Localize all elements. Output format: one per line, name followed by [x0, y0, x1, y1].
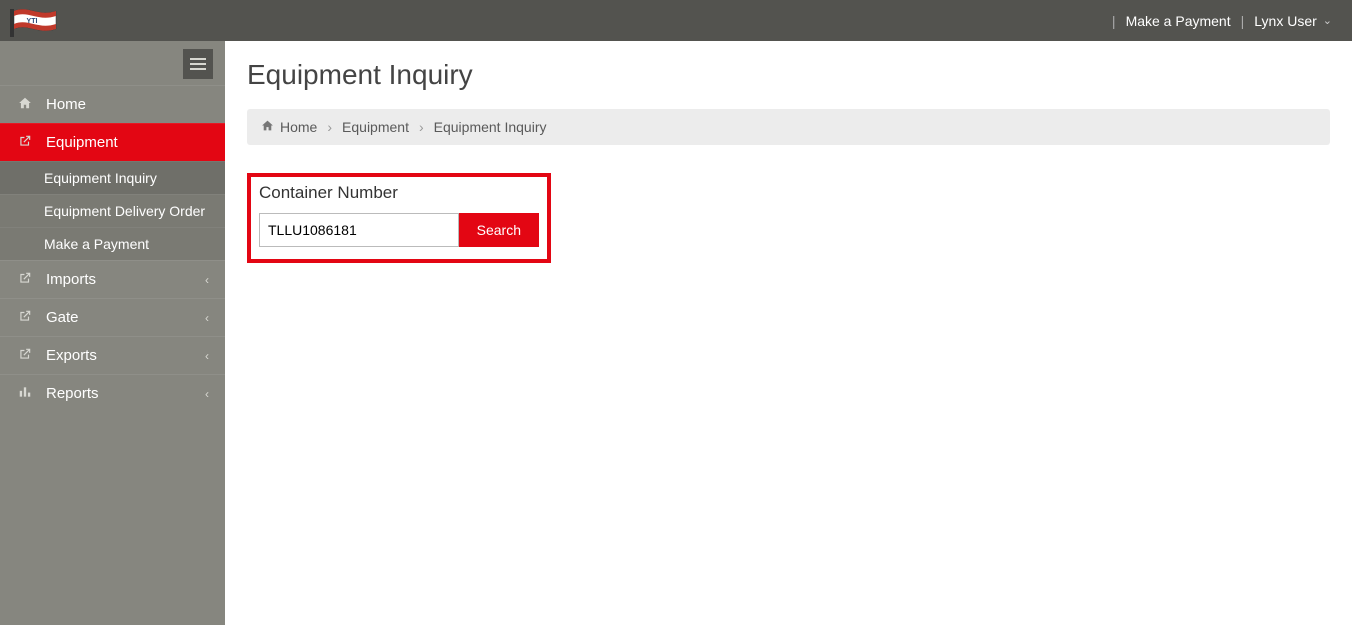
make-a-payment-link[interactable]: Make a Payment [1126, 13, 1231, 29]
sidebar-item-gate[interactable]: Gate ‹ [0, 298, 225, 336]
container-search-panel: Container Number Search [247, 173, 551, 263]
sidebar-item-label: Home [46, 96, 209, 113]
sidebar-item-home[interactable]: Home [0, 85, 225, 123]
home-icon [261, 119, 274, 135]
chevron-left-icon: ‹ [205, 387, 209, 401]
breadcrumb: Home › Equipment › Equipment Inquiry [247, 109, 1330, 145]
breadcrumb-equipment[interactable]: Equipment [342, 119, 409, 135]
external-link-icon [16, 309, 34, 326]
home-icon [16, 96, 34, 113]
topbar-divider: | [1241, 13, 1245, 29]
sidebar-item-exports[interactable]: Exports ‹ [0, 336, 225, 374]
sidebar-item-label: Equipment [46, 134, 209, 151]
brand-flag-logo: YTI [8, 7, 58, 39]
sidebar-item-equipment[interactable]: Equipment [0, 123, 225, 161]
breadcrumb-home[interactable]: Home [280, 119, 317, 135]
sidebar-toggle-button[interactable] [183, 49, 213, 79]
breadcrumb-current: Equipment Inquiry [434, 119, 547, 135]
container-number-input[interactable] [259, 213, 459, 247]
topbar-divider: | [1112, 13, 1116, 29]
sidebar-item-label: Exports [46, 347, 205, 364]
chevron-left-icon: ‹ [205, 273, 209, 287]
search-button[interactable]: Search [459, 213, 539, 247]
sidebar-item-label: Gate [46, 309, 205, 326]
breadcrumb-separator: › [419, 119, 424, 135]
topbar: YTI | Make a Payment | Lynx User ⌄ [0, 0, 1352, 41]
bar-chart-icon [16, 385, 34, 402]
sidebar: Home Equipment Equipment Inquiry Equipme… [0, 41, 225, 625]
page-title: Equipment Inquiry [247, 59, 1330, 91]
sidebar-item-reports[interactable]: Reports ‹ [0, 374, 225, 412]
external-link-icon [16, 271, 34, 288]
user-label: Lynx User [1254, 13, 1317, 29]
main-content: Equipment Inquiry Home › Equipment › Equ… [225, 41, 1352, 625]
sidebar-item-label: Imports [46, 271, 205, 288]
svg-text:YTI: YTI [27, 18, 38, 25]
chevron-down-icon: ⌄ [1323, 14, 1332, 27]
chevron-left-icon: ‹ [205, 311, 209, 325]
sidebar-item-label: Reports [46, 385, 205, 402]
external-link-icon [16, 347, 34, 364]
container-number-label: Container Number [259, 183, 539, 203]
breadcrumb-separator: › [327, 119, 332, 135]
sidebar-item-imports[interactable]: Imports ‹ [0, 260, 225, 298]
sidebar-subitem-make-a-payment[interactable]: Make a Payment [0, 227, 225, 260]
sidebar-subitem-equipment-delivery-order[interactable]: Equipment Delivery Order [0, 194, 225, 227]
sidebar-subitem-equipment-inquiry[interactable]: Equipment Inquiry [0, 161, 225, 194]
user-dropdown[interactable]: Lynx User ⌄ [1254, 13, 1332, 29]
external-link-icon [16, 134, 34, 151]
chevron-left-icon: ‹ [205, 349, 209, 363]
